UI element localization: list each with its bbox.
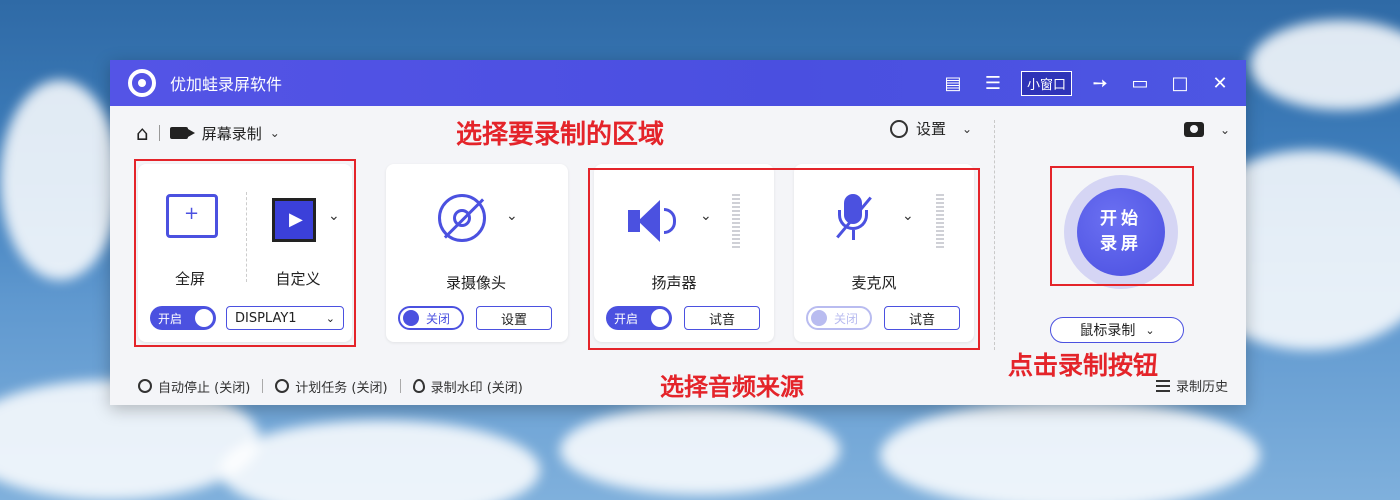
annotation-click-record: 点击录制按钮 <box>1008 351 1159 380</box>
mouse-record-select[interactable]: 鼠标录制 ⌄ <box>1050 317 1184 343</box>
pin-icon[interactable]: ➙ <box>1088 71 1112 95</box>
minimize-icon[interactable]: ▭ <box>1128 71 1152 95</box>
watermark-label: 录制水印 (关闭) <box>430 380 523 396</box>
webcam-off-icon[interactable] <box>438 194 486 242</box>
settings-label: 设置 <box>916 120 947 138</box>
watermark-button[interactable]: 录制水印 (关闭) <box>412 377 523 396</box>
chevron-down-icon[interactable]: ⌄ <box>270 126 280 140</box>
record-history-button[interactable]: 录制历史 <box>1155 376 1228 395</box>
settings-button[interactable]: 设置 ⌄ <box>890 118 972 139</box>
camera-icon <box>1183 122 1204 137</box>
app-logo-icon <box>128 69 156 97</box>
mini-window-button[interactable]: 小窗口 <box>1020 70 1072 96</box>
alarm-clock-icon <box>138 379 152 393</box>
toggle-label: 关闭 <box>426 311 451 326</box>
divider <box>994 120 995 350</box>
schedule-button[interactable]: 计划任务 (关闭) <box>275 377 388 396</box>
camera-settings-button[interactable]: 设置 <box>476 306 552 330</box>
screenshot-button[interactable]: ⌄ <box>1183 122 1230 137</box>
annotation-box-screen <box>134 159 356 347</box>
annotation-box-audio <box>588 168 980 350</box>
annotation-box-record <box>1050 166 1194 286</box>
divider <box>399 379 401 393</box>
mouse-mode-label: 鼠标录制 <box>1079 323 1136 339</box>
title-bar: 优加蛙录屏软件 ▤ ☰ 小窗口 ➙ ▭ □ ✕ <box>110 60 1246 106</box>
record-mode-label[interactable]: 屏幕录制 <box>202 123 262 144</box>
bottom-bar: 自动停止 (关闭) 计划任务 (关闭) 录制水印 (关闭) <box>110 372 710 400</box>
chevron-down-icon: ⌄ <box>1219 122 1230 137</box>
schedule-clock-icon <box>275 379 290 393</box>
toolbar-divider <box>158 125 160 141</box>
auto-stop-label: 自动停止 (关闭) <box>158 380 251 396</box>
watermark-drop-icon <box>412 379 425 393</box>
schedule-label: 计划任务 (关闭) <box>295 380 388 396</box>
restore-icon[interactable]: □ <box>1168 71 1192 95</box>
auto-stop-button[interactable]: 自动停止 (关闭) <box>138 377 250 396</box>
toggle-knob <box>403 310 419 326</box>
annotation-select-audio: 选择音频来源 <box>660 373 804 401</box>
camera-toggle[interactable]: 关闭 <box>398 306 464 330</box>
annotation-select-area: 选择要录制的区域 <box>456 120 665 150</box>
app-title: 优加蛙录屏软件 <box>170 75 283 94</box>
gear-icon <box>890 119 908 138</box>
camera-card: ⌄ 录摄像头 关闭 设置 <box>386 164 568 342</box>
feedback-icon[interactable]: ▤ <box>941 71 965 95</box>
chevron-down-icon: ⌄ <box>1145 323 1155 337</box>
camera-label: 录摄像头 <box>445 274 506 292</box>
home-icon[interactable]: ⌂ <box>136 121 149 145</box>
chevron-down-icon: ⌄ <box>962 121 973 136</box>
divider <box>262 379 264 393</box>
close-icon[interactable]: ✕ <box>1208 71 1232 95</box>
video-camera-icon <box>169 127 195 139</box>
chevron-down-icon[interactable]: ⌄ <box>506 208 518 224</box>
list-icon <box>1155 379 1170 392</box>
menu-icon[interactable]: ☰ <box>981 71 1005 95</box>
history-label: 录制历史 <box>1175 380 1228 395</box>
